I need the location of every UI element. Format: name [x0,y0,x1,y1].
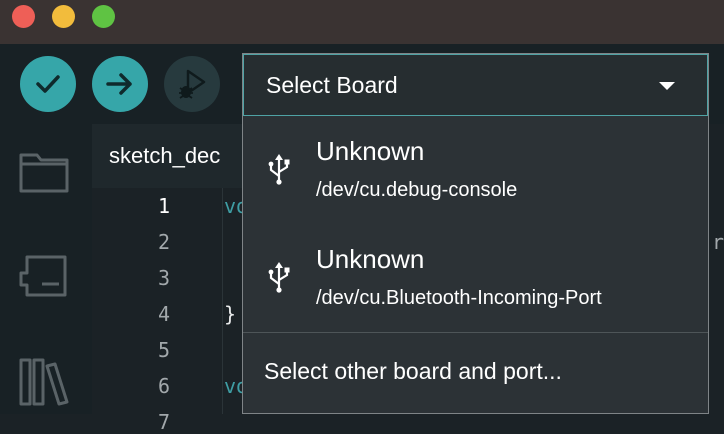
board-port-item[interactable]: Unknown /dev/cu.debug-console [243,116,708,224]
line-number-gutter: 1 2 3 4 5 6 7 [92,188,222,434]
dropdown-divider [243,332,708,333]
code-text[interactable]: } [224,302,236,326]
line-number: 1 [157,194,170,218]
library-manager-icon[interactable] [18,356,70,406]
line-number: 4 [157,302,170,326]
close-window-button[interactable] [12,5,35,28]
line-number: 5 [157,338,170,362]
verify-button[interactable] [20,56,76,112]
port-path: /dev/cu.debug-console [316,179,518,201]
board-manager-icon[interactable] [18,254,70,298]
folder-icon[interactable] [18,150,70,194]
tab-label: sketch_dec [109,143,221,168]
board-name: Unknown [316,136,425,166]
zoom-window-button[interactable] [92,5,115,28]
line-number: 3 [157,266,170,290]
select-board-button[interactable]: Select Board [243,54,708,116]
usb-icon [268,154,290,185]
left-sidebar [0,124,92,414]
checkmark-icon [36,75,60,93]
line-number: 2 [157,230,170,254]
board-selector-dropdown: Select Board Unknown /dev/cu.debug-conso… [242,53,709,414]
window-title-bar [0,0,724,44]
line-number: 6 [157,374,170,398]
board-name: Unknown [316,244,425,274]
debug-play-icon [179,69,206,99]
code-text[interactable]: r [712,230,724,254]
arrow-right-icon [106,73,132,95]
minimize-window-button[interactable] [52,5,75,28]
chevron-down-icon [659,82,675,90]
select-board-label: Select Board [266,71,398,98]
code-indent-guide [222,188,223,414]
debug-button[interactable] [164,56,220,112]
usb-icon [268,262,290,293]
board-port-item[interactable]: Unknown /dev/cu.Bluetooth-Incoming-Port [243,224,708,332]
upload-button[interactable] [92,56,148,112]
port-path: /dev/cu.Bluetooth-Incoming-Port [316,287,602,309]
select-other-board-button[interactable]: Select other board and port... [264,358,562,385]
